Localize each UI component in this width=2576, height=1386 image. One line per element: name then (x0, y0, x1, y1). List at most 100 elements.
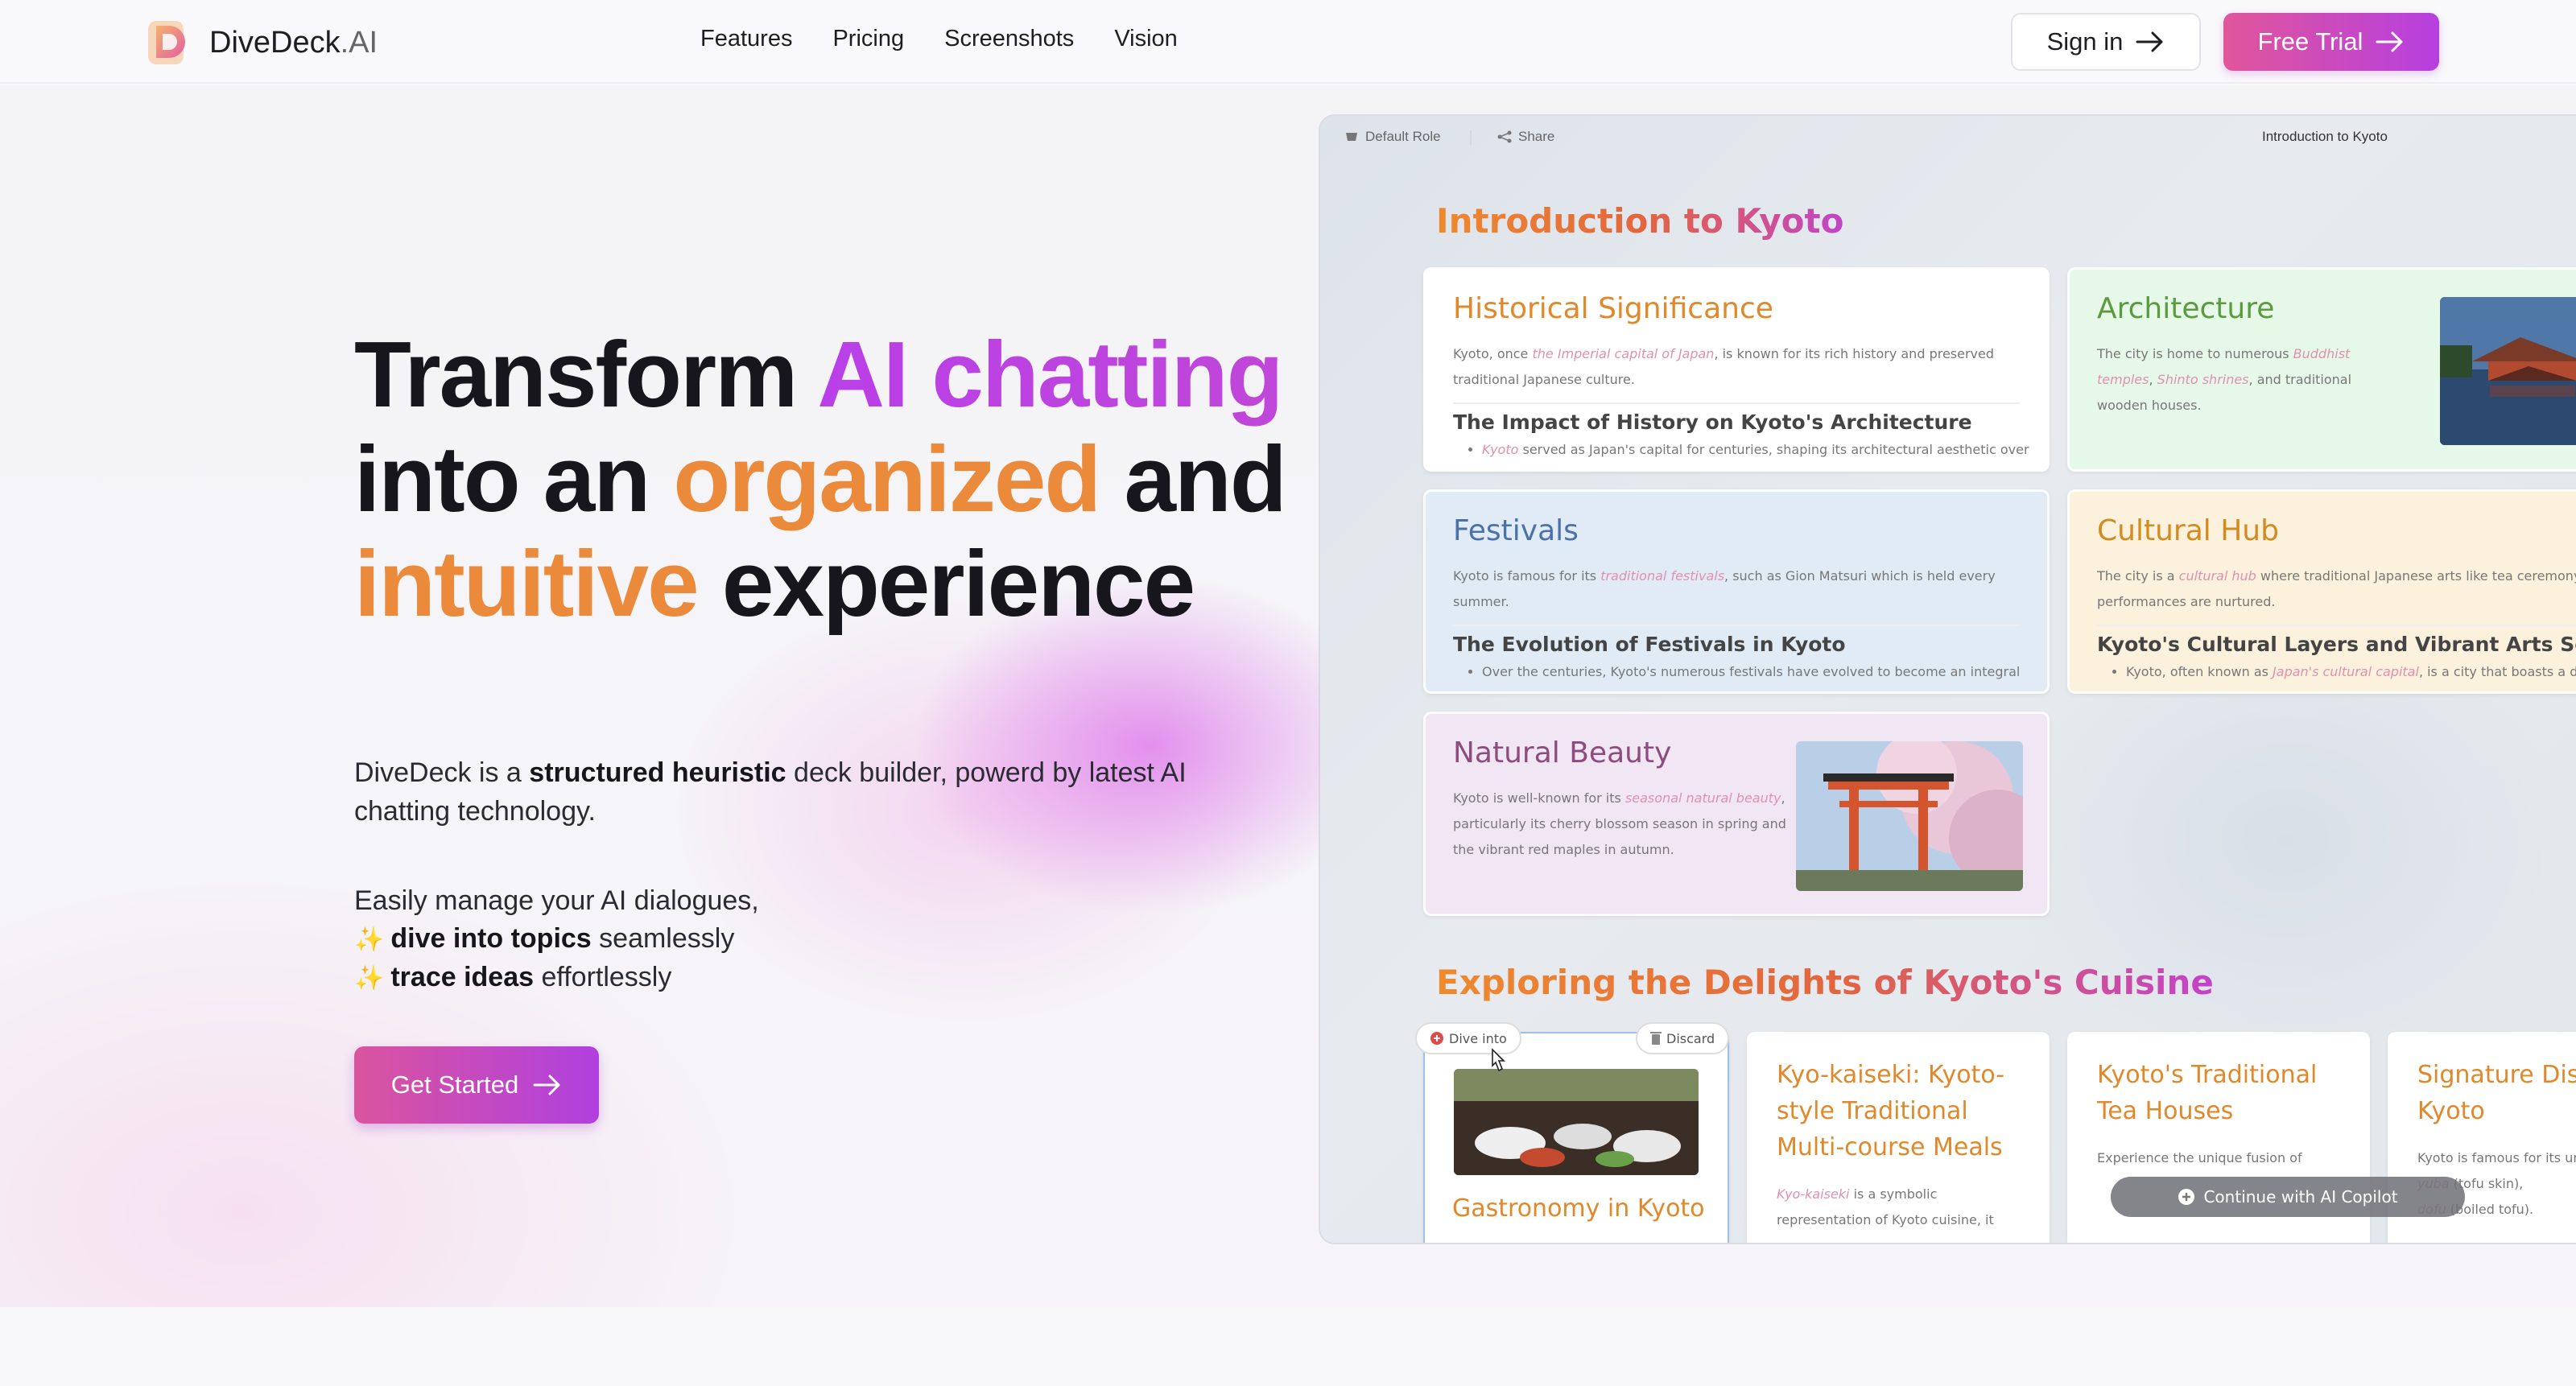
headline-highlight-ai-chatting: AI chatting (817, 322, 1283, 427)
headline-part: Transform (354, 322, 818, 427)
card-text: Kyoto, once the Imperial capital of Japa… (1453, 341, 2020, 393)
headline-part: into an (354, 427, 674, 531)
share-button[interactable]: Share (1497, 129, 1554, 145)
text-highlight: seasonal natural beauty (1624, 790, 1781, 806)
default-role-label: Default Role (1365, 129, 1441, 144)
card-title: Signature Dish Kyoto (2417, 1061, 2576, 1125)
get-started-button[interactable]: Get Started (354, 1046, 599, 1124)
continue-with-ai-copilot-button[interactable]: Continue with AI Copilot (2111, 1177, 2465, 1217)
nav-link-screenshots[interactable]: Screenshots (944, 26, 1074, 52)
bullets-intro: Easily manage your AI dialogues, (354, 885, 759, 916)
text-highlight: Shinto shrines (2157, 372, 2249, 387)
card-subheading: The Impact of History on Kyoto's Archite… (1453, 410, 1972, 434)
sign-in-button[interactable]: Sign in (2011, 13, 2201, 71)
plus-circle-icon (2178, 1189, 2195, 1205)
preview-document-title: Introduction to Kyoto (2262, 129, 2388, 144)
divedeck-logo-icon (148, 21, 185, 64)
text-part: Kyoto, once (1453, 346, 1533, 361)
text-part: Kyoto is well-known for its (1453, 790, 1625, 806)
text-part: The city is home to numerous (2097, 346, 2293, 361)
nav-link-vision[interactable]: Vision (1114, 26, 1177, 52)
bullet-item: ✨ dive into topics seamlessly (354, 920, 759, 959)
card-title: Gastronomy in Kyoto (1452, 1194, 1705, 1223)
hero-bullets: Easily manage your AI dialogues, ✨ dive i… (354, 882, 759, 997)
free-trial-button[interactable]: Free Trial (2223, 13, 2439, 71)
text-highlight: Japan's cultural capital (2273, 664, 2419, 679)
headline-highlight-intuitive: intuitive (354, 531, 700, 636)
card-title: Festivals (1453, 514, 1579, 547)
card-subheading: Kyoto's Cultural Layers and Vibrant Arts… (2097, 633, 2576, 656)
bullet-text: effortlessly (534, 962, 672, 992)
card-list: Kyoto served as Japan's capital for cent… (1482, 442, 2047, 457)
section-title-intro: Introduction to Kyoto (1436, 201, 1844, 241)
nav-links: Features Pricing Screenshots Vision (700, 26, 1178, 52)
temple-image (2440, 297, 2576, 445)
free-trial-label: Free Trial (2257, 27, 2363, 56)
card-text: Kyoto is well-known for its seasonal nat… (1453, 786, 1791, 863)
card-festivals[interactable]: Festivals Kyoto is famous for its tradit… (1423, 489, 2050, 694)
trash-icon (1650, 1032, 1662, 1045)
card-natural-beauty[interactable]: Natural Beauty Kyoto is well-known for i… (1423, 712, 2050, 916)
text-part: , is a city that boasts a dyn (2418, 664, 2576, 679)
headline-part: and (1100, 427, 1286, 531)
card-text: Experience the unique fusion of (2097, 1150, 2302, 1165)
headline-part: experience (697, 531, 1195, 636)
nav-link-features[interactable]: Features (700, 26, 792, 52)
desc-part: DiveDeck is a (354, 757, 530, 788)
text-highlight: traditional festivals (1600, 568, 1725, 584)
card-list: Kyoto, often known as Japan's cultural c… (2126, 664, 2576, 679)
bullet-bold: trace ideas (390, 962, 535, 992)
continue-label: Continue with AI Copilot (2203, 1187, 2398, 1207)
text-highlight: the Imperial capital of Japan (1532, 346, 1715, 361)
text-highlight: cultural hub (2178, 568, 2256, 584)
card-text: Kyo-kaiseki is a symbolic representation… (1777, 1182, 2020, 1233)
list-item: Over the centuries, Kyoto's numerous fes… (1482, 664, 2047, 679)
card-title: Kyoto's Traditional Tea Houses (2097, 1061, 2318, 1125)
discard-button[interactable]: Discard (1636, 1022, 1730, 1054)
sparkle-icon: ✨ (354, 926, 385, 953)
sign-in-label: Sign in (2046, 27, 2124, 56)
brand-name: DiveDeck (209, 25, 341, 60)
card-divider (2097, 625, 2576, 626)
toolbar-divider (1470, 130, 1472, 145)
discard-label: Discard (1666, 1030, 1715, 1046)
list-item: Kyoto served as Japan's capital for cent… (1482, 442, 2047, 457)
arrow-right-icon (2136, 31, 2163, 52)
role-icon (1346, 133, 1357, 141)
app-preview-screenshot: Default Role Share Introduction to Kyoto… (1320, 116, 2576, 1243)
arrow-right-icon (533, 1075, 560, 1095)
top-navbar: DiveDeck.AI Features Pricing Screenshots… (0, 0, 2576, 84)
card-historical-significance[interactable]: Historical Significance Kyoto, once the … (1423, 267, 2050, 472)
default-role-button[interactable]: Default Role (1344, 129, 1441, 145)
card-text: The city is home to numerous Buddhist te… (2097, 341, 2403, 419)
card-list: Over the centuries, Kyoto's numerous fes… (1482, 664, 2047, 679)
card-kyo-kaiseki[interactable]: Kyo-kaiseki: Kyoto-style Traditional Mul… (1747, 1032, 2050, 1243)
arrow-right-icon (2376, 31, 2403, 52)
sparkle-icon: ✨ (354, 965, 385, 992)
nav-link-pricing[interactable]: Pricing (832, 26, 904, 52)
list-item: Kyoto, often known as Japan's cultural c… (2126, 664, 2576, 679)
card-cultural-hub[interactable]: Cultural Hub The city is a cultural hub … (2067, 489, 2576, 694)
card-text: Kyoto is famous for its traditional fest… (1453, 563, 2020, 615)
card-text: The city is a cultural hub where traditi… (2097, 563, 2576, 615)
brand-logo[interactable]: DiveDeck.AI (145, 18, 378, 68)
text-part: served as Japan's capital for centuries,… (1518, 442, 2029, 457)
torii-cherry-blossom-image (1796, 741, 2023, 891)
bullet-bold: dive into topics (390, 923, 592, 954)
section-title-cuisine: Exploring the Delights of Kyoto's Cuisin… (1436, 963, 2214, 1002)
card-gastronomy[interactable]: Gastronomy in Kyoto (1423, 1032, 1729, 1243)
bullet-text: seamlessly (591, 923, 735, 954)
desc-bold: structured heuristic (529, 757, 786, 788)
page-bottom-band (0, 1307, 2576, 1386)
card-architecture[interactable]: Architecture The city is home to numerou… (2067, 267, 2576, 472)
card-title: Cultural Hub (2097, 514, 2279, 547)
text-part: Kyoto is famous for its ur (2417, 1150, 2576, 1165)
text-part: The city is a (2097, 568, 2179, 584)
dive-icon (1430, 1032, 1443, 1045)
preview-toolbar: Default Role Share Introduction to Kyoto (1320, 116, 2576, 158)
card-divider (1453, 402, 2020, 404)
card-subheading: The Evolution of Festivals in Kyoto (1453, 633, 1846, 656)
bullet-item: ✨ trace ideas effortlessly (354, 959, 759, 997)
text-part: Kyoto, often known as (2126, 664, 2273, 679)
card-title: Historical Significance (1453, 292, 1773, 325)
